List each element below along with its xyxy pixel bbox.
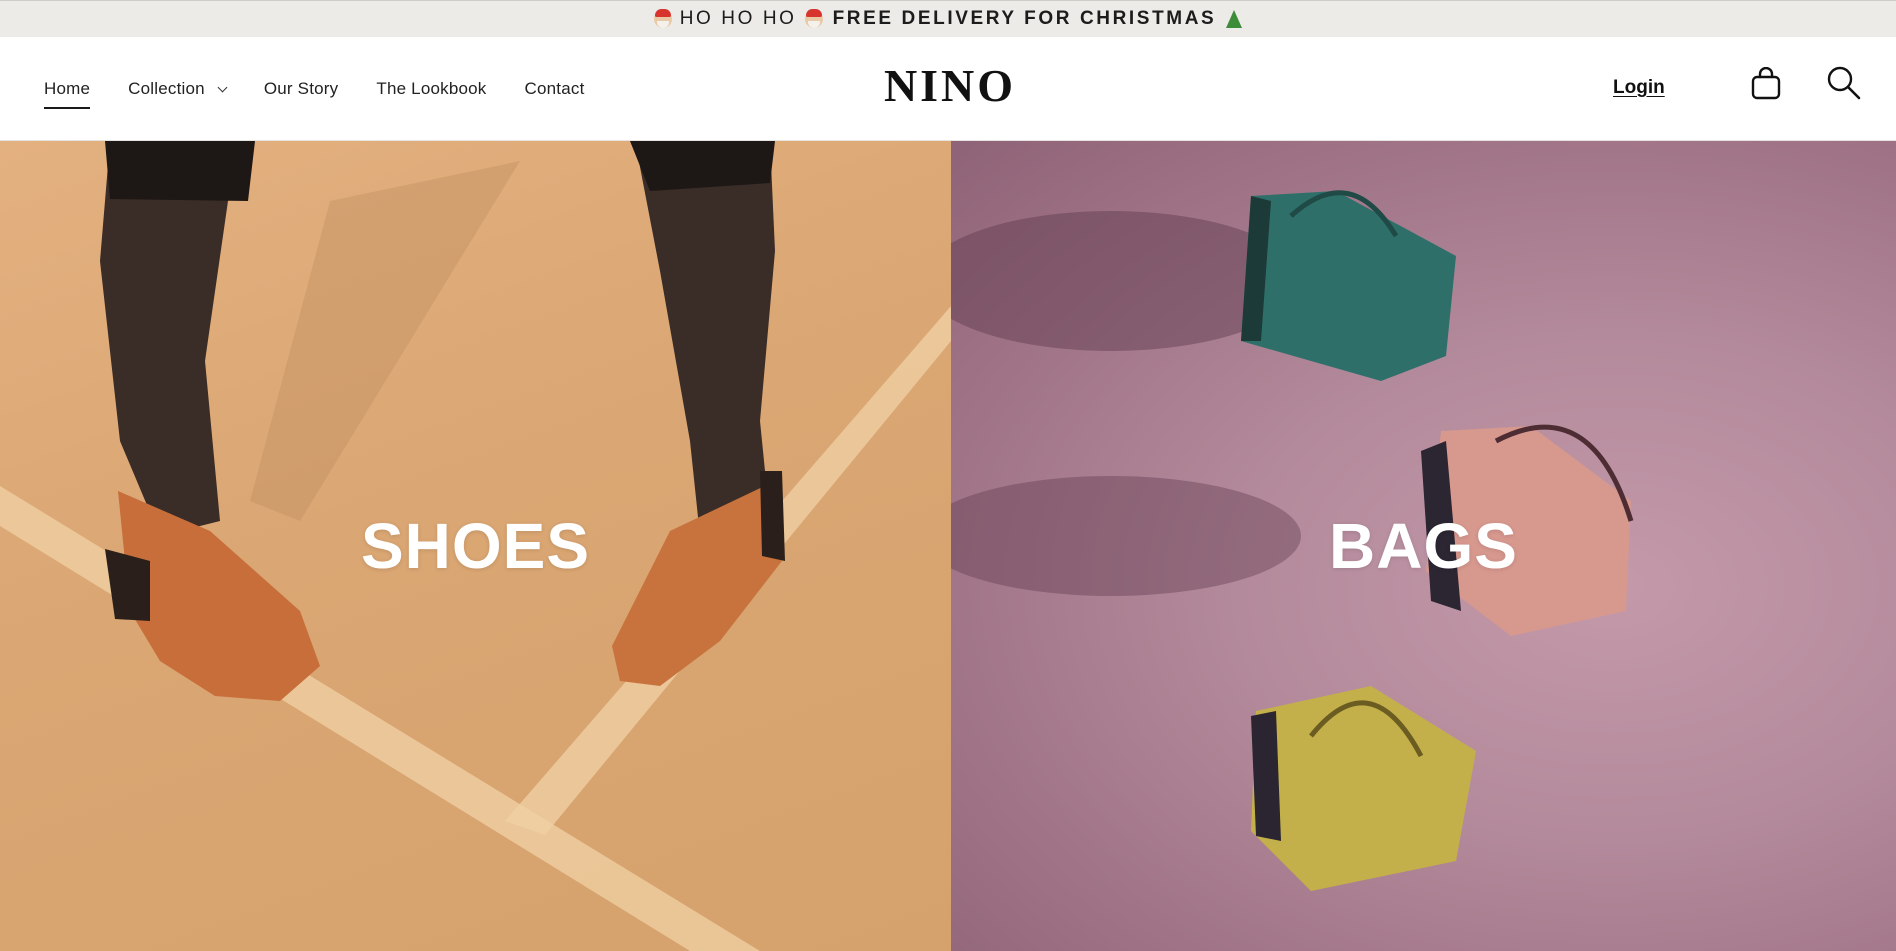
category-bags-title: BAGS [1329, 510, 1518, 582]
nav-contact[interactable]: Contact [525, 79, 585, 99]
site-header: Home Collection Our Story The Lookbook C… [0, 37, 1896, 141]
nav-our-story-label: Our Story [263, 79, 339, 98]
nav-home-label: Home [44, 79, 91, 98]
hero-categories: SHOES BAGS [0, 141, 1896, 951]
shopping-bag-icon[interactable] [1750, 67, 1782, 101]
main-nav: Home Collection Our Story The Lookbook C… [44, 37, 623, 141]
nav-lookbook[interactable]: The Lookbook [376, 79, 486, 99]
santa-emoji-icon [653, 9, 672, 28]
chevron-down-icon [217, 82, 228, 92]
nav-our-story[interactable]: Our Story [264, 79, 339, 99]
nav-collection[interactable]: Collection [128, 79, 228, 99]
christmas-tree-icon [1226, 10, 1243, 28]
search-icon[interactable] [1826, 65, 1862, 101]
category-shoes-card[interactable]: SHOES [0, 141, 951, 951]
santa-emoji-icon [804, 9, 823, 28]
category-shoes-title: SHOES [360, 510, 591, 582]
announcement-message: FREE DELIVERY FOR CHRISTMAS [832, 8, 1217, 29]
category-bags-card[interactable]: BAGS [951, 141, 1896, 951]
login-link[interactable]: Login [1613, 77, 1665, 99]
nav-home[interactable]: Home [44, 79, 91, 109]
brand-logo[interactable]: NINO [868, 59, 1032, 112]
nav-contact-label: Contact [524, 79, 585, 98]
announcement-bar: HO HO HO FREE DELIVERY FOR CHRISTMAS [0, 0, 1896, 37]
nav-lookbook-label: The Lookbook [376, 79, 487, 98]
nav-collection-label: Collection [128, 79, 205, 98]
announcement-greeting: HO HO HO [679, 8, 797, 29]
